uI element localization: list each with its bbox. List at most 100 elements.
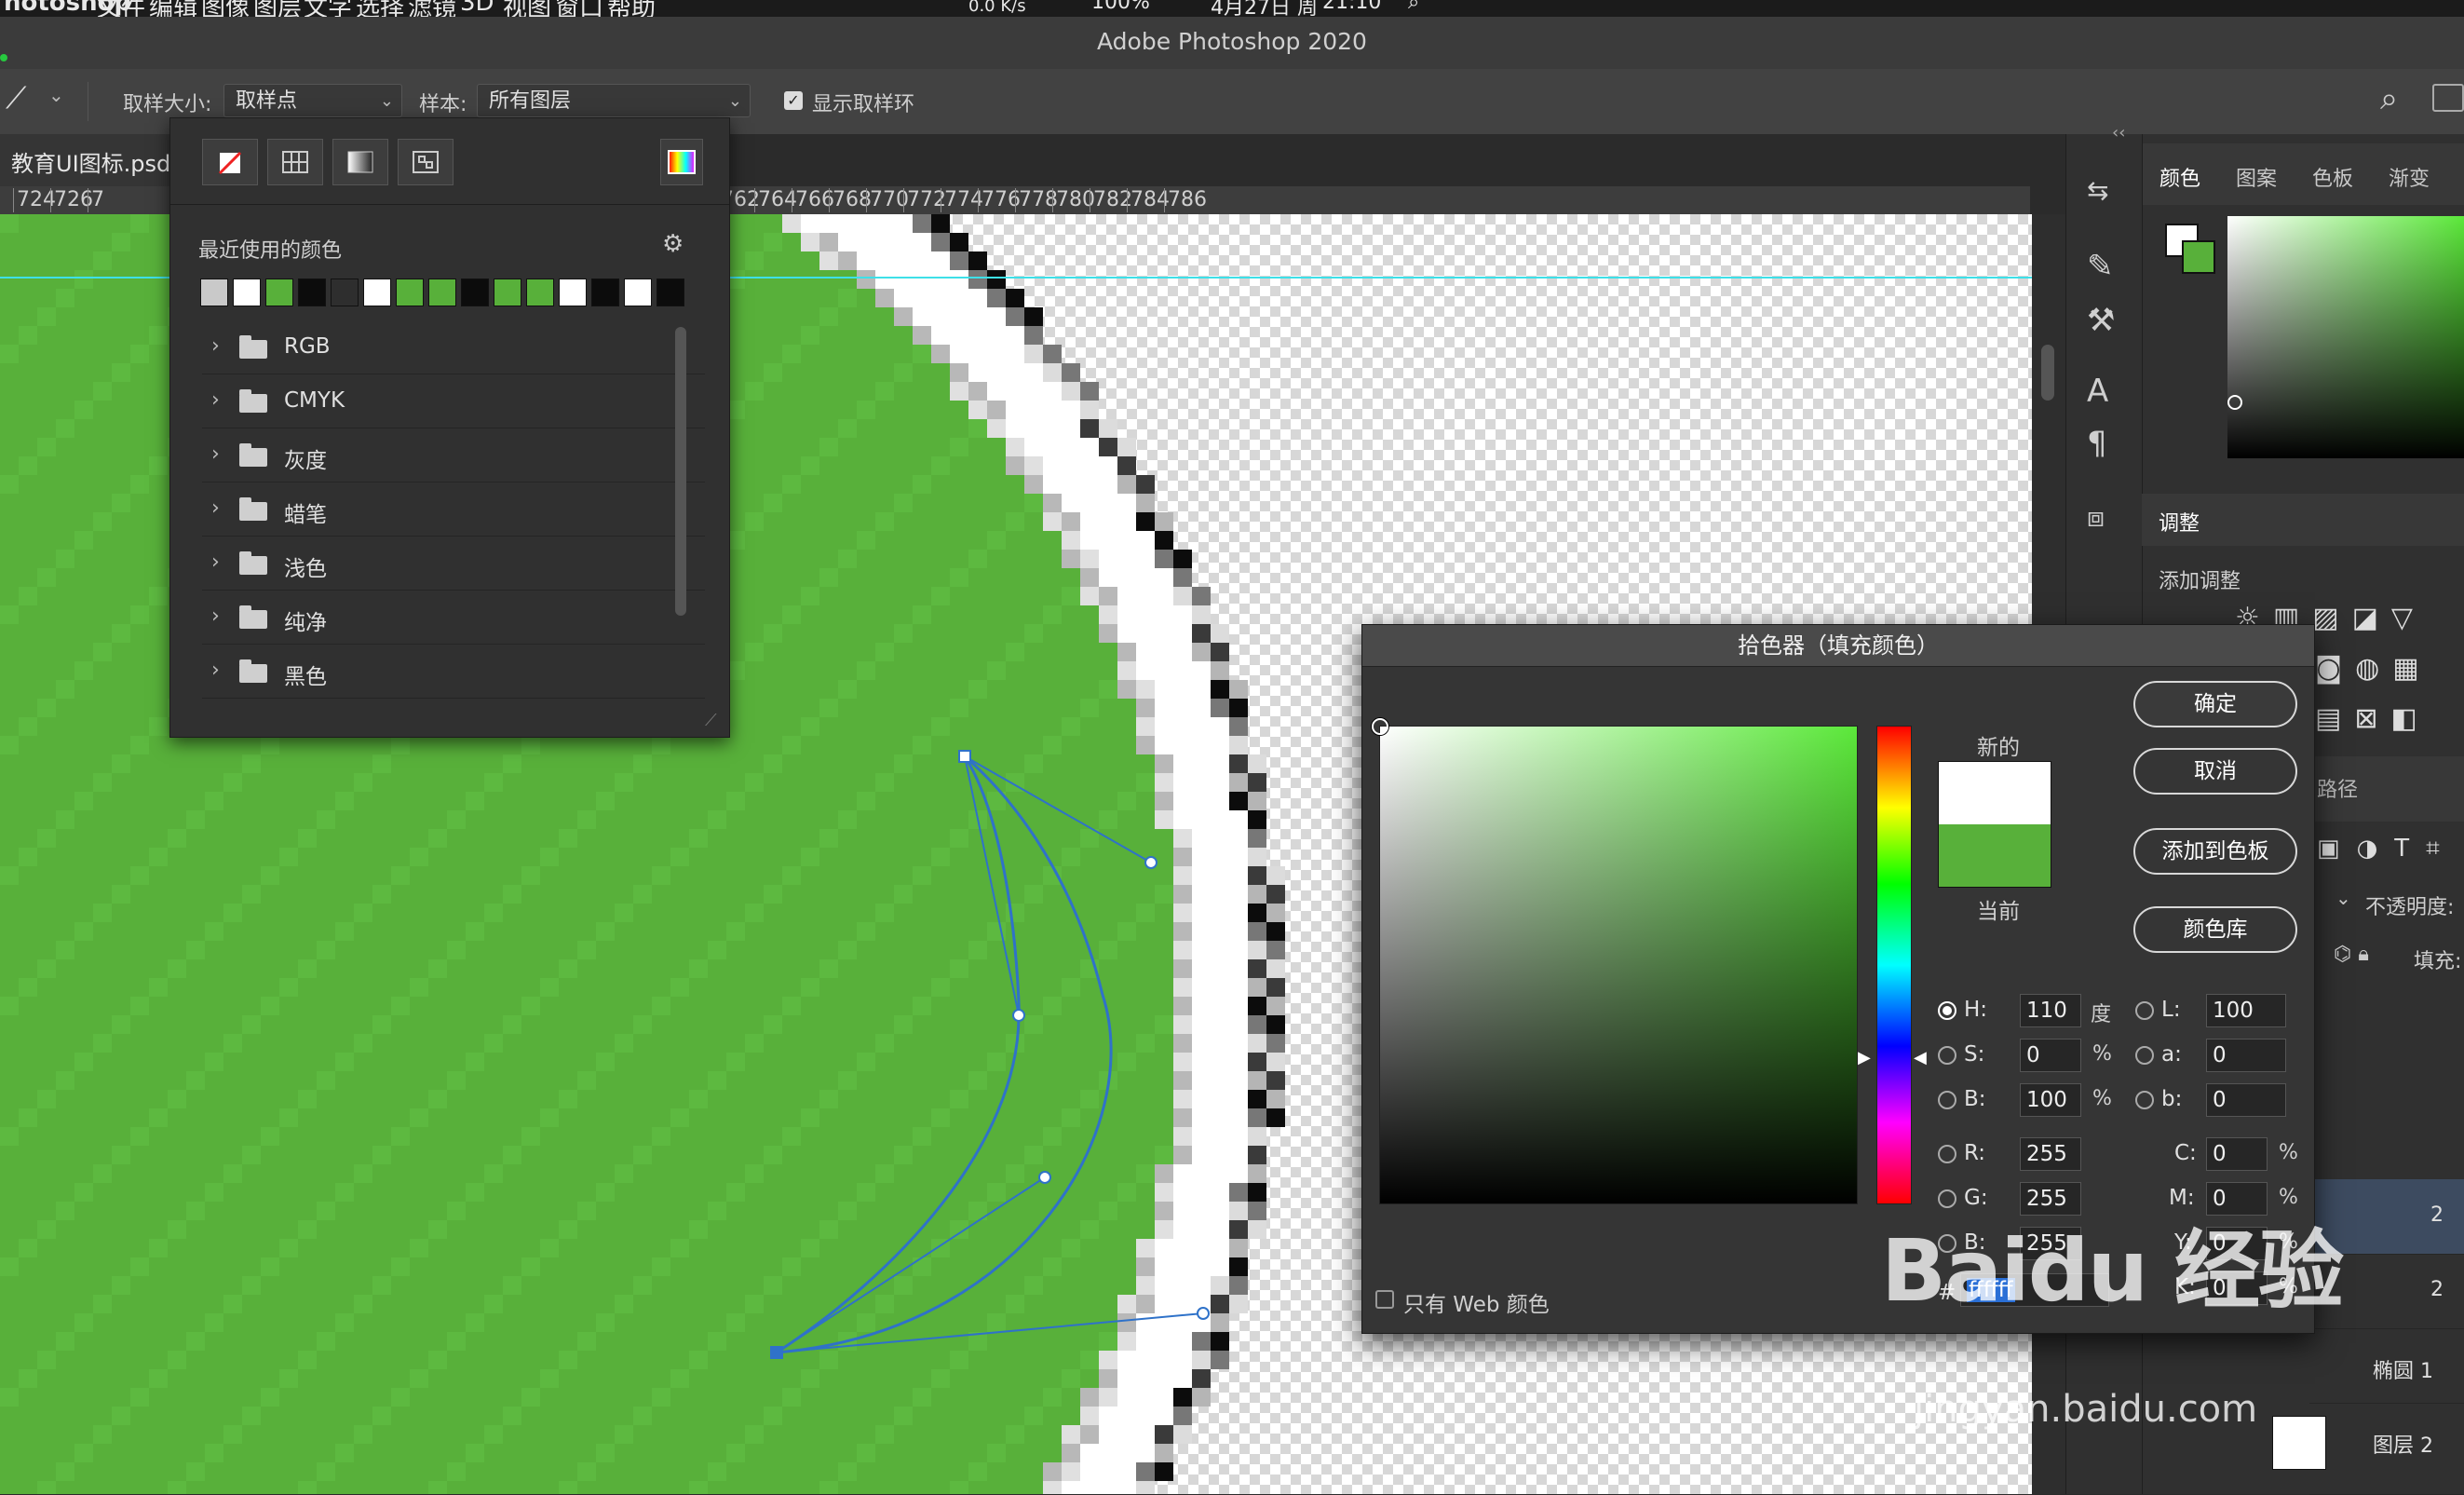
color-libraries-button[interactable]: 颜色库 [2133, 906, 2297, 953]
hue-radio[interactable] [1938, 1001, 1956, 1020]
tab-pattern[interactable]: 图案 [2236, 162, 2277, 192]
show-ring-checkbox[interactable]: ✓ [784, 91, 803, 110]
menu-file[interactable]: 文件 [97, 0, 145, 17]
swatch-view-button[interactable] [267, 139, 323, 185]
recent-color-swatch[interactable] [526, 279, 554, 306]
search-icon[interactable]: ⌕ [1408, 0, 1419, 14]
chevron-right-icon[interactable]: › [211, 388, 220, 412]
collapse-panels-icon[interactable]: ‹‹ [2112, 123, 2125, 143]
no-color-button[interactable] [202, 139, 258, 185]
swatch-folder[interactable]: › 浅色 [202, 537, 705, 591]
lock-icon[interactable]: ⌬ 🔒︎ [2334, 943, 2369, 966]
chevron-right-icon[interactable]: › [211, 496, 220, 520]
web-colors-only-checkbox[interactable] [1375, 1290, 1394, 1309]
current-color-swatch[interactable] [1939, 824, 2051, 887]
tab-swatches[interactable]: 色板 [2312, 162, 2353, 192]
menu-view[interactable]: 视图 [503, 0, 551, 17]
ok-button[interactable]: 确定 [2133, 681, 2297, 727]
recent-color-swatch[interactable] [331, 279, 359, 306]
brush-icon[interactable]: ✎ [2087, 248, 2114, 285]
chevron-right-icon[interactable]: › [211, 550, 220, 574]
window-zoom-button[interactable] [0, 54, 7, 61]
recent-color-swatch[interactable] [265, 279, 293, 306]
swatch-folder[interactable]: › 黑色 [202, 646, 705, 699]
recent-color-swatch[interactable] [591, 279, 619, 306]
pattern-view-button[interactable] [398, 139, 454, 185]
add-to-swatches-button[interactable]: 添加到色板 [2133, 828, 2297, 875]
chevron-right-icon[interactable]: › [211, 442, 220, 466]
tab-paths[interactable]: 路径 [2317, 773, 2358, 803]
chevron-right-icon[interactable]: › [211, 334, 220, 358]
cyan-field[interactable]: 0 [2206, 1137, 2268, 1171]
color-panel-field[interactable] [2227, 216, 2464, 458]
recent-color-swatch[interactable] [624, 279, 652, 306]
scrollbar-thumb[interactable] [2041, 345, 2054, 401]
menu-layer[interactable]: 图层 [253, 0, 302, 17]
lab-b-field[interactable]: 0 [2206, 1083, 2286, 1117]
lab-b-radio[interactable] [2135, 1091, 2154, 1109]
lab-l-field[interactable]: 100 [2206, 994, 2286, 1027]
brightness-field[interactable]: 100 [2020, 1083, 2081, 1117]
recent-color-swatch[interactable] [298, 279, 326, 306]
menu-edit[interactable]: 编辑 [149, 0, 197, 17]
hue-slider-left-arrow-icon[interactable]: ▶ [1858, 1048, 1871, 1067]
hue-field[interactable]: 110 [2020, 994, 2081, 1027]
chevron-right-icon[interactable]: › [211, 659, 220, 682]
recent-color-swatch[interactable] [559, 279, 587, 306]
3d-icon[interactable]: ⧈ [2087, 501, 2105, 534]
menu-window[interactable]: 窗口 [555, 0, 603, 17]
menu-3d[interactable]: 3D [460, 0, 494, 17]
hue-slider[interactable] [1876, 726, 1912, 1204]
swatch-list-scrollbar[interactable] [675, 327, 686, 616]
recent-color-swatch[interactable] [396, 279, 424, 306]
hue-slider-right-arrow-icon[interactable]: ◀ [1914, 1048, 1927, 1067]
layer-filter-icons[interactable]: ▣◑T⌗ [2317, 835, 2457, 863]
lab-l-radio[interactable] [2135, 1001, 2154, 1020]
tab-color[interactable]: 颜色 [2159, 162, 2200, 192]
recent-color-swatch[interactable] [428, 279, 456, 306]
brightness-radio[interactable] [1938, 1091, 1956, 1109]
saturation-field[interactable]: 0 [2020, 1039, 2081, 1072]
menu-type[interactable]: 文字 [304, 0, 352, 17]
history-icon[interactable]: ⇆ [2087, 175, 2108, 206]
background-color-swatch[interactable] [2182, 240, 2215, 274]
adjustment-icons-row3[interactable]: ▤⊠◧ [2315, 702, 2430, 735]
gradient-view-button[interactable] [332, 139, 388, 185]
swatch-folder[interactable]: › 纯净 [202, 591, 705, 645]
red-radio[interactable] [1938, 1145, 1956, 1163]
blend-mode-chevron-icon[interactable]: ⌄ [2335, 887, 2351, 909]
tab-gradient[interactable]: 渐变 [2389, 162, 2430, 192]
layer-row[interactable]: 图层 2 [2272, 1403, 2464, 1495]
color-picker-button[interactable] [660, 139, 703, 185]
gear-icon[interactable]: ⚙ [662, 230, 684, 258]
recent-color-swatch[interactable] [461, 279, 489, 306]
eyedropper-tool-icon[interactable]: ⟋ [6, 80, 26, 116]
sample-size-select[interactable]: 取样点 ⌄ [223, 84, 402, 117]
document-tab[interactable]: 教育UI图标.psd [0, 134, 170, 188]
character-icon[interactable]: A [2087, 373, 2108, 410]
resize-grip-icon[interactable]: ⟋ [705, 711, 717, 730]
recent-color-swatch[interactable] [657, 279, 684, 306]
brush-settings-icon[interactable]: ⚒ [2087, 302, 2115, 339]
chevron-right-icon[interactable]: › [211, 605, 220, 628]
sample-select[interactable]: 所有图层 ⌄ [477, 84, 751, 117]
tab-adjustments[interactable]: 调整 [2159, 507, 2200, 537]
layer-row[interactable]: 椭圆 1 [2309, 1328, 2464, 1404]
lab-a-field[interactable]: 0 [2206, 1039, 2286, 1072]
color-field-marker[interactable] [1372, 718, 1388, 735]
tool-preset-chevron-icon[interactable]: ⌄ [48, 84, 64, 106]
lab-a-radio[interactable] [2135, 1046, 2154, 1065]
recent-color-swatch[interactable] [494, 279, 521, 306]
search-icon[interactable]: ⌕ [2380, 80, 2398, 117]
recent-color-swatch[interactable] [363, 279, 391, 306]
red-field[interactable]: 255 [2020, 1137, 2081, 1171]
saturation-radio[interactable] [1938, 1046, 1956, 1065]
swatch-folder[interactable]: › 灰度 [202, 429, 705, 482]
swatch-folder[interactable]: › 蜡笔 [202, 483, 705, 537]
menu-help[interactable]: 帮助 [607, 0, 656, 17]
adjustment-icons-row2[interactable]: ◙◍▦ [2315, 652, 2432, 685]
menu-filter[interactable]: 滤镜 [408, 0, 456, 17]
swatch-folder[interactable]: › RGB [202, 321, 705, 374]
recent-color-swatch[interactable] [233, 279, 261, 306]
swatch-folder[interactable]: › CMYK [202, 375, 705, 428]
